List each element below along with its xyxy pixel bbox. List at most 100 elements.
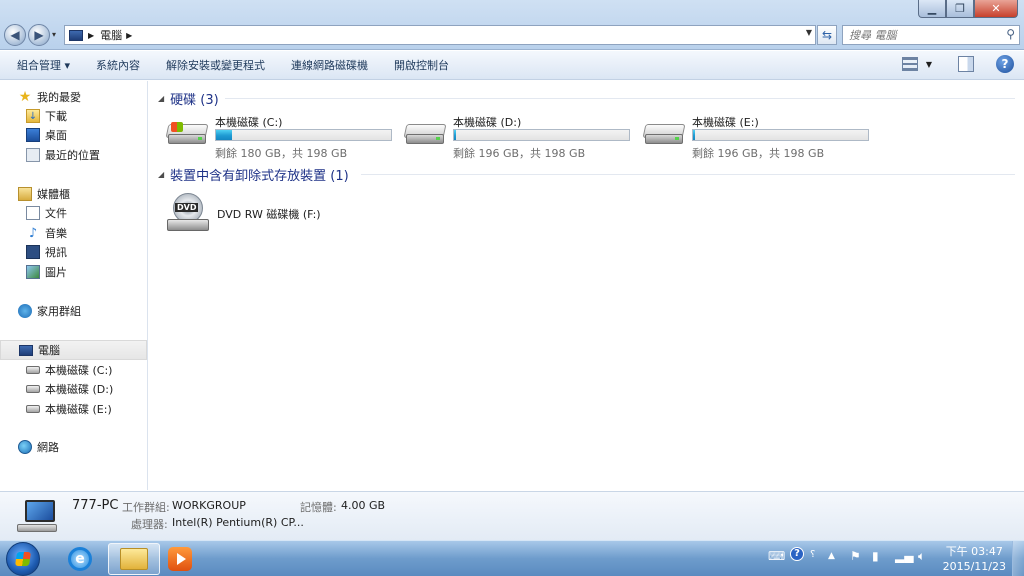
drive-item-dvd[interactable]: DVD DVD RW 磁碟機 (F:) — [167, 193, 427, 233]
recent-pages-dropdown[interactable]: ▾ — [52, 30, 56, 39]
drive-item-d[interactable]: 本機磁碟 (D:) 剩餘 196 GB，共 198 GB — [403, 114, 633, 160]
drive-usage-fill — [454, 130, 456, 140]
sidebar-item-network[interactable]: 網路 — [0, 437, 147, 457]
sidebar-item-label: 下載 — [45, 110, 67, 123]
show-desktop-button[interactable] — [1012, 541, 1024, 576]
processor-value: Intel(R) Pentium(R) CP... — [172, 516, 304, 529]
breadcrumb[interactable]: 電腦 ▶ — [100, 27, 132, 43]
volume-icon[interactable]: 🔈︎ — [918, 549, 925, 564]
forward-button[interactable]: ▶ — [28, 24, 50, 46]
system-properties-button[interactable]: 系統內容 — [83, 51, 153, 80]
computer-icon — [19, 344, 33, 356]
music-icon: ♪ — [28, 225, 38, 241]
sidebar-item-drive-d[interactable]: 本機磁碟 (D:) — [0, 379, 147, 399]
sidebar-item-recent[interactable]: 最近的位置 — [0, 145, 147, 165]
sidebar-item-label: 家用群組 — [37, 305, 81, 318]
help-tray-icon[interactable]: ? — [790, 547, 804, 561]
sidebar-item-desktop[interactable]: 桌面 — [0, 125, 147, 145]
help-icon[interactable]: ? — [996, 55, 1014, 73]
show-hidden-icons-icon[interactable]: ▲ — [828, 551, 835, 561]
group-title: 硬碟 (3) — [170, 92, 219, 108]
breadcrumb-computer[interactable]: 電腦 — [100, 27, 122, 43]
sidebar-item-label: 我的最愛 — [37, 91, 81, 104]
command-bar: 組合管理 ▾ 系統內容 解除安裝或變更程式 連線網路磁碟機 開啟控制台 ▼ ? — [0, 51, 1024, 80]
back-button[interactable]: ◀ — [4, 24, 26, 46]
drive-usage-fill — [693, 130, 695, 140]
drive-name: 本機磁碟 (D:) — [453, 116, 522, 129]
back-arrow-icon: ◀ — [10, 28, 20, 42]
sidebar-item-homegroup[interactable]: 家用群組 — [0, 301, 147, 321]
refresh-button[interactable]: ⇆ — [817, 25, 837, 45]
drive-item-e[interactable]: 本機磁碟 (E:) 剩餘 196 GB，共 198 GB — [642, 114, 872, 160]
desktop-icon — [26, 128, 40, 142]
sidebar-item-pictures[interactable]: 圖片 — [0, 262, 147, 282]
drive-free-space: 剩餘 196 GB，共 198 GB — [453, 147, 586, 160]
minimize-button[interactable]: ▁ — [918, 0, 946, 18]
drive-usage-bar — [453, 129, 630, 141]
group-header-hard-disks[interactable]: ◢ 硬碟 (3) — [158, 89, 219, 108]
clock[interactable]: 下午 03:47 2015/11/23 — [943, 544, 1006, 574]
language-icon[interactable]: ⸮ — [810, 549, 815, 560]
map-network-drive-button[interactable]: 連線網路磁碟機 — [278, 51, 381, 80]
uninstall-program-button[interactable]: 解除安裝或變更程式 — [153, 51, 278, 80]
taskbar-windows-explorer[interactable] — [108, 543, 160, 575]
view-dropdown-icon[interactable]: ▼ — [926, 60, 932, 69]
sidebar-item-computer[interactable]: 電腦 — [0, 340, 147, 360]
windows-logo-icon — [15, 552, 31, 566]
breadcrumb-separator-icon[interactable]: ▶ — [126, 31, 132, 40]
action-center-flag-icon[interactable]: ⚑ — [850, 549, 861, 563]
sidebar-item-videos[interactable]: 視訊 — [0, 242, 147, 262]
taskbar-internet-explorer[interactable]: e — [54, 543, 106, 575]
homegroup-icon — [18, 304, 32, 318]
collapse-triangle-icon[interactable]: ◢ — [158, 170, 164, 179]
address-bar[interactable]: ▶ 電腦 ▶ ▼ — [64, 25, 816, 45]
dvd-label: DVD — [175, 203, 199, 212]
search-input[interactable] — [843, 26, 993, 44]
close-button[interactable]: ✕ — [974, 0, 1018, 18]
windows-drive-icon — [165, 122, 209, 146]
sidebar-item-label: 最近的位置 — [45, 149, 100, 162]
drive-usage-bar — [692, 129, 869, 141]
maximize-button[interactable]: ❐ — [946, 0, 974, 18]
clock-time: 下午 03:47 — [945, 545, 1003, 558]
drive-usage-fill — [216, 130, 232, 140]
drive-item-c[interactable]: 本機磁碟 (C:) 剩餘 180 GB，共 198 GB — [165, 114, 395, 160]
search-icon[interactable]: ⚲ — [1006, 27, 1015, 41]
pictures-icon — [26, 265, 40, 279]
sidebar-item-libraries[interactable]: 媒體櫃 — [0, 184, 147, 204]
battery-icon[interactable]: ▮ — [872, 549, 879, 563]
sidebar-item-label: 音樂 — [45, 227, 67, 240]
sidebar-item-favorites[interactable]: ★ 我的最愛 — [0, 87, 147, 107]
change-view-icon[interactable] — [901, 57, 918, 71]
open-control-panel-button[interactable]: 開啟控制台 — [381, 51, 462, 80]
start-button[interactable] — [6, 542, 40, 576]
preview-pane-icon[interactable] — [958, 56, 974, 72]
processor-label: 處理器: — [131, 518, 168, 531]
network-signal-icon[interactable]: ▂▄ — [895, 549, 913, 563]
title-bar: ▁ ❐ ✕ ◀ ▶ ▾ ▶ 電腦 ▶ ▼ ⇆ ⚲ — [0, 0, 1024, 50]
drive-free-space: 剩餘 196 GB，共 198 GB — [692, 147, 825, 160]
taskbar: e ⌨ ? ⸮ ▲ ⚑ ▮ ▂▄ 🔈︎ 下午 03:47 2015/11/23 — [0, 540, 1024, 576]
hard-drive-icon — [26, 405, 40, 413]
sidebar-item-downloads[interactable]: ↓ 下載 — [0, 106, 147, 126]
sidebar-item-documents[interactable]: 文件 — [0, 203, 147, 223]
sidebar-item-label: 桌面 — [45, 129, 67, 142]
keyboard-icon[interactable]: ⌨ — [768, 549, 785, 563]
documents-icon — [26, 206, 40, 220]
address-dropdown[interactable]: ▼ — [806, 28, 812, 37]
sidebar-item-label: 本機磁碟 (D:) — [45, 383, 114, 396]
refresh-icon: ⇆ — [821, 28, 833, 42]
sidebar-item-drive-c[interactable]: 本機磁碟 (C:) — [0, 360, 147, 380]
downloads-folder-icon: ↓ — [26, 109, 40, 123]
network-icon — [18, 440, 32, 454]
sidebar-item-label: 圖片 — [45, 266, 67, 279]
taskbar-media-player[interactable] — [154, 543, 206, 575]
group-header-removable-storage[interactable]: ◢ 裝置中含有卸除式存放裝置 (1) — [158, 165, 349, 184]
hard-drive-icon — [26, 366, 40, 374]
collapse-triangle-icon[interactable]: ◢ — [158, 94, 164, 103]
organize-button[interactable]: 組合管理 ▾ — [0, 51, 83, 80]
breadcrumb-separator-icon[interactable]: ▶ — [88, 31, 94, 40]
sidebar-item-drive-e[interactable]: 本機磁碟 (E:) — [0, 399, 147, 419]
sidebar-item-music[interactable]: ♪ 音樂 — [0, 223, 147, 243]
search-box[interactable]: ⚲ — [842, 25, 1020, 45]
